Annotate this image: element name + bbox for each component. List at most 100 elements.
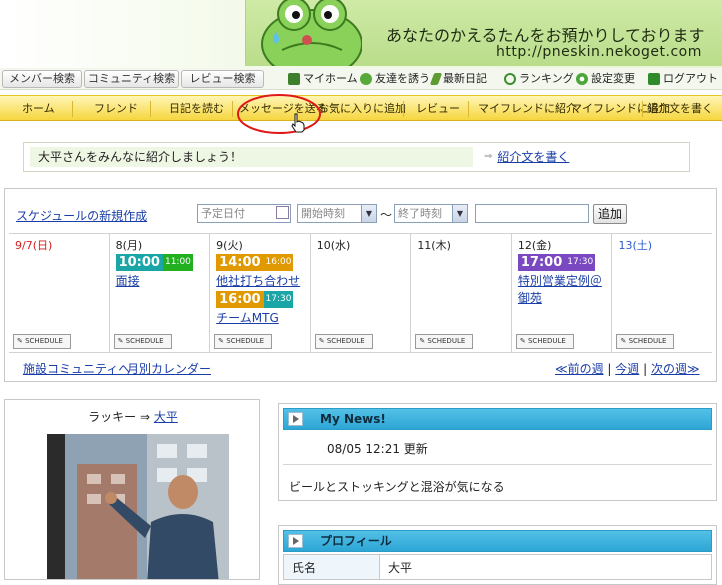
nav-divider [642,101,643,117]
day-saturday: 13(土) ✎ SCHEDULE [612,234,712,352]
nav-review[interactable]: レビュー [416,96,460,122]
new-schedule-link[interactable]: スケジュールの新規作成 [16,207,147,224]
site-banner[interactable]: あなたのかえるたんをお預かりしております http://pneskin.neko… [245,0,722,66]
nav-settings-label: 設定変更 [591,72,635,85]
profile-value: 大平 [388,561,413,575]
end-time-select[interactable]: 終了時刻 ▼ [394,204,468,223]
review-search-tab[interactable]: レビュー検索 [181,70,264,88]
write-intro-link[interactable]: 紹介文を書く [497,147,569,167]
this-week-link[interactable]: 今週 [615,362,639,376]
nav-ranking[interactable]: ランキング [504,70,574,88]
site-header: あなたのかえるたんをお預かりしております http://pneskin.neko… [0,0,722,68]
chevron-down-icon: ▼ [452,205,467,222]
event-time-badge: 16:00 17:30 [216,291,294,308]
calendar-icon[interactable] [276,206,289,219]
community-search-tab[interactable]: コミュニティ検索 [84,70,179,88]
schedule-title-input[interactable] [475,204,589,223]
schedule-form: スケジュールの新規作成 予定日付 開始時刻 ▼ ～ 終了時刻 ▼ 追加 [5,189,716,233]
day-wednesday: 10(水) ✎ SCHEDULE [311,234,412,352]
schedule-button[interactable]: ✎ SCHEDULE [515,334,574,349]
profile-arrow: ⇒ [139,410,151,424]
main-nav-bar: ホーム フレンド 日記を読む メッセージを送る お気に入りに追加 レビュー マイ… [0,95,722,121]
schedule-button-label: SCHEDULE [427,337,466,345]
write-intro-area: ⇒ 紹介文を書く [484,147,569,167]
event-end: 16:00 [263,254,294,271]
schedule-button[interactable]: ✎ SCHEDULE [616,334,675,349]
nav-settings[interactable]: 設定変更 [576,70,635,88]
nav-friend[interactable]: フレンド [94,96,138,122]
event-title-link[interactable]: 面接 [116,272,210,289]
member-search-tab[interactable]: メンバー検索 [2,70,82,88]
play-arrow-icon [288,412,303,426]
monthly-calendar-link[interactable]: 月別カレンダー [127,360,211,377]
my-news-title: My News! [320,412,386,426]
day-label: 9/7(日) [15,239,53,252]
event-start: 10:00 [115,254,163,271]
schedule-panel: スケジュールの新規作成 予定日付 開始時刻 ▼ ～ 終了時刻 ▼ 追加 9/7(… [4,188,717,382]
schedule-button[interactable]: ✎ SCHEDULE [13,334,71,349]
event-start: 14:00 [216,254,264,271]
schedule-button[interactable]: ✎ SCHEDULE [214,334,273,349]
day-sunday: 9/7(日) ✎ SCHEDULE [9,234,110,352]
profile-card-title: ラッキー ⇒ 大平 [5,408,259,425]
week-calendar: 9/7(日) ✎ SCHEDULE 8(月) 10:00 11:00 面接 ✎ S… [9,233,712,353]
nav-add-favorite[interactable]: お気に入りに追加 [318,96,406,122]
nav-read-diary[interactable]: 日記を読む [169,96,224,122]
nav-home[interactable]: ホーム [22,96,55,122]
day-monday: 8(月) 10:00 11:00 面接 ✎ SCHEDULE [110,234,211,352]
day-label: 12(金) [517,239,552,252]
nav-introduce-to-friends[interactable]: マイフレンドに紹介 [478,96,577,122]
gear-icon [576,73,588,85]
profile-key: 氏名 [284,555,380,579]
nav-ranking-label: ランキング [519,72,574,85]
schedule-button[interactable]: ✎ SCHEDULE [415,334,474,349]
nav-write-intro[interactable]: 紹介文を書く [647,96,713,122]
profile-header: プロフィール [283,530,712,552]
nav-divider [468,101,469,117]
nav-invite-friend[interactable]: 友達を誘う [360,70,430,88]
schedule-button[interactable]: ✎ SCHEDULE [314,334,373,349]
profile-from: ラッキー [88,410,137,424]
intro-message: 大平さんをみんなに紹介しましょう！ [30,147,473,167]
facility-community-link[interactable]: 施設コミュニティへ [23,360,130,377]
profile-photo[interactable] [47,434,229,579]
event-title-link[interactable]: チームMTG [216,309,310,326]
nav-latest-diary[interactable]: 最新日記 [429,70,487,88]
add-schedule-button[interactable]: 追加 [593,204,627,224]
event-title-link[interactable]: 特別営業定例＠御苑 [518,272,602,306]
profile-card: ラッキー ⇒ 大平 [4,399,260,580]
prev-week-link[interactable]: ≪前の週 [555,362,604,376]
person-icon [360,73,372,85]
arrow-icon: ⇒ [484,151,493,162]
event-title-link[interactable]: 他社打ち合わせ [216,272,310,289]
schedule-button-label: SCHEDULE [226,337,265,345]
day-thursday: 11(木) ✎ SCHEDULE [411,234,512,352]
day-tuesday: 9(火) 14:00 16:00 他社打ち合わせ 16:00 17:30 チームMT… [210,234,311,352]
highlight-circle [237,94,321,134]
next-week-link[interactable]: 次の週≫ [651,362,700,376]
event-end: 11:00 [162,254,193,271]
nav-logout-label: ログアウト [663,72,718,85]
hand-cursor-icon [291,113,305,133]
nav-my-home[interactable]: マイホーム [288,70,358,88]
event: 14:00 16:00 他社打ち合わせ [216,254,310,289]
nav-divider [403,101,404,117]
event-end: 17:30 [263,291,294,308]
schedule-button-label: SCHEDULE [125,337,164,345]
banner-title: あなたのかえるたんをお預かりしております [386,26,705,45]
start-time-value: 開始時刻 [301,207,345,220]
nav-divider [150,101,151,117]
start-time-select[interactable]: 開始時刻 ▼ [297,204,377,223]
nav-logout[interactable]: ログアウト [648,70,718,88]
intro-box: 大平さんをみんなに紹介しましょう！ ⇒ 紹介文を書く [23,142,690,172]
time-range-tilde: ～ [380,208,393,222]
schedule-button[interactable]: ✎ SCHEDULE [113,334,172,349]
nav-latest-diary-label: 最新日記 [443,72,487,85]
exit-icon [648,73,660,85]
day-friday: 12(金) 17:00 17:30 特別営業定例＠御苑 ✎ SCHEDULE [512,234,613,352]
news-updated: 08/05 12:21 更新 [327,442,428,456]
profile-name-link[interactable]: 大平 [154,410,178,424]
event-time-badge: 14:00 16:00 [216,254,294,271]
event-end: 17:30 [565,254,596,271]
event: 16:00 17:30 チームMTG [216,291,310,326]
